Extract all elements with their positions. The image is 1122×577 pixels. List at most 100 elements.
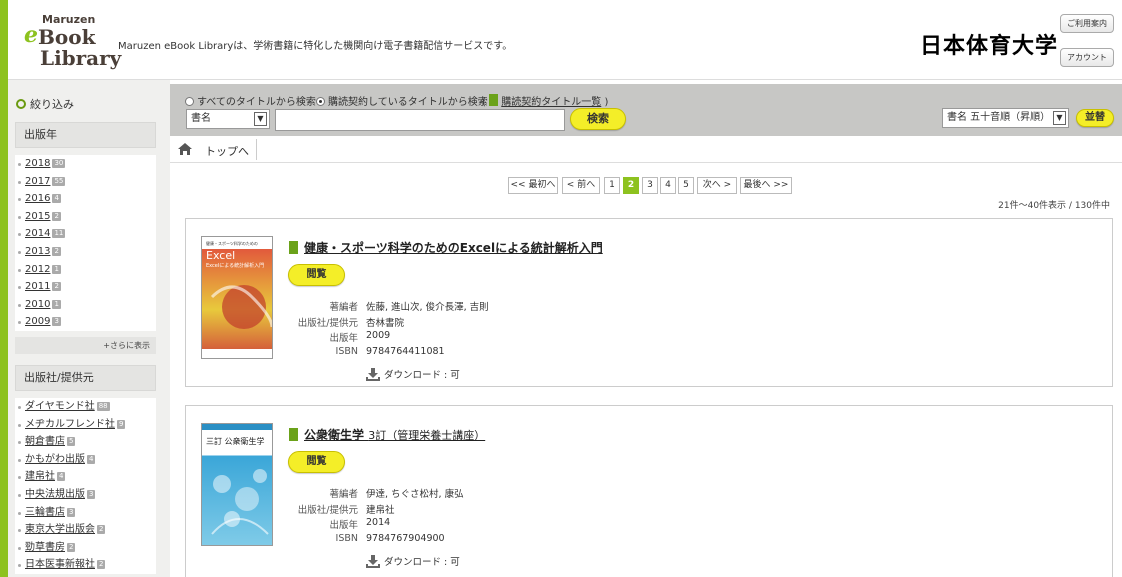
sidebar: 絞り込み 出版年 2018 30 2017 55 2016 4 2015 2 2014 1… xyxy=(8,80,170,577)
book-icon xyxy=(289,241,298,254)
result-card: 健康・スポーツ科学のための Excel Excelによる統計解析入門 健康・スポ… xyxy=(185,218,1113,387)
facet-item-year[interactable]: 2010 1 xyxy=(15,296,156,314)
university-name: 日本体育大学 xyxy=(920,34,1059,59)
sort-button[interactable]: 並替 xyxy=(1076,109,1114,127)
meta-value: 佐藤, 進山次, 俊介長澤, 吉則 xyxy=(366,302,489,313)
page-button-current[interactable]: 2 xyxy=(623,177,639,194)
chevron-down-icon[interactable]: ▼ xyxy=(254,112,267,126)
meta-value: 2009 xyxy=(366,330,391,341)
next-page-button[interactable]: 次へ > xyxy=(697,177,737,194)
facet-item-publisher[interactable]: 建帛社 4 xyxy=(15,468,156,486)
home-icon[interactable] xyxy=(178,143,192,155)
meta-key: 著編者 xyxy=(329,489,358,500)
book-title-link[interactable]: 公衆衛生学 3訂（管理栄養士講座） xyxy=(289,426,485,443)
radio-subscribed-label: 購読契約しているタイトルから検索 xyxy=(328,97,488,108)
facet-item-year[interactable]: 2016 4 xyxy=(15,190,156,208)
meta-key: 出版社/提供元 xyxy=(297,317,358,329)
radio-search-all[interactable]: すべてのタイトルから検索 xyxy=(185,93,316,108)
download-icon xyxy=(366,555,380,568)
download-label: ダウンロード : 可 xyxy=(384,557,460,568)
view-button[interactable]: 閲覧 xyxy=(288,451,345,473)
last-page-button[interactable]: 最後へ >> xyxy=(740,177,792,194)
book-cover-image[interactable]: 三訂 公衆衛生学 xyxy=(201,423,273,546)
facet-item-year[interactable]: 2018 30 xyxy=(15,155,156,173)
facet-item-publisher[interactable]: ダイヤモンド社 88 xyxy=(15,398,156,416)
book-icon xyxy=(489,94,499,106)
meta-value: 建帛社 xyxy=(366,504,395,516)
left-accent-bar xyxy=(0,0,8,577)
chevron-down-icon[interactable]: ▼ xyxy=(1053,111,1066,125)
facet-item-publisher[interactable]: 中央法規出版 3 xyxy=(15,486,156,504)
meta-key: 著編者 xyxy=(329,302,358,313)
download-icon xyxy=(366,368,380,381)
logo-e: e xyxy=(24,22,38,48)
facet-item-year[interactable]: 2009 3 xyxy=(15,313,156,331)
meta-key: ISBN xyxy=(335,532,358,544)
show-more-years-link[interactable]: +さらに表示 xyxy=(15,337,156,354)
page-button[interactable]: 1 xyxy=(604,177,620,194)
account-button[interactable]: アカウント xyxy=(1060,48,1114,67)
breadcrumb: トップへ xyxy=(170,136,1122,163)
book-cover-image[interactable]: 健康・スポーツ科学のための Excel Excelによる統計解析入門 xyxy=(201,236,273,359)
facet-item-publisher[interactable]: 朝倉書店 5 xyxy=(15,433,156,451)
search-input[interactable] xyxy=(275,109,565,131)
book-title-link[interactable]: 健康・スポーツ科学のためのExcelによる統計解析入門 xyxy=(289,239,603,256)
search-icon xyxy=(16,99,26,109)
meta-value: 2014 xyxy=(366,517,391,528)
view-button[interactable]: 閲覧 xyxy=(288,264,345,286)
meta-value: 9784767904900 xyxy=(366,532,445,544)
book-edition: 3訂（管理栄養士講座） xyxy=(368,429,486,442)
radio-circle[interactable] xyxy=(185,97,194,106)
sort-value: 書名 五十音順（昇順） xyxy=(947,112,1051,123)
book-title-text[interactable]: 公衆衛生学 xyxy=(304,428,364,442)
meta-key: ISBN xyxy=(335,345,358,357)
facet-item-year[interactable]: 2011 2 xyxy=(15,278,156,296)
facet-item-year[interactable]: 2017 55 xyxy=(15,173,156,191)
cover-title: 三訂 公衆衛生学 xyxy=(206,436,265,446)
subscription-list-link[interactable]: 購読契約タイトル一覧 xyxy=(501,97,601,108)
meta-value: 伊達, ちぐさ松村, 康弘 xyxy=(366,489,464,500)
sort-select[interactable]: 書名 五十音順（昇順） ▼ xyxy=(942,108,1069,128)
maruzen-ebook-library-logo[interactable]: Maruzen e Book Library xyxy=(22,8,121,74)
search-field-select[interactable]: 書名 ▼ xyxy=(186,109,270,129)
header: Maruzen e Book Library Maruzen eBook Lib… xyxy=(8,0,1122,80)
facet-item-publisher[interactable]: 東京大学出版会 2 xyxy=(15,521,156,539)
radio-circle-selected[interactable] xyxy=(316,97,325,106)
result-card: 三訂 公衆衛生学 公衆衛生学 3訂（管理栄養士講座） 閲覧 著編者 伊達, ちぐさ… xyxy=(185,405,1113,577)
facet-item-year[interactable]: 2013 2 xyxy=(15,243,156,261)
book-icon xyxy=(289,428,298,441)
filter-heading: 絞り込み xyxy=(16,96,74,112)
search-bar: すべてのタイトルから検索 購読契約しているタイトルから検索 ( 購読契約タイトル… xyxy=(170,84,1122,136)
page-button[interactable]: 5 xyxy=(678,177,694,194)
first-page-button[interactable]: << 最初へ xyxy=(508,177,558,194)
page-button[interactable]: 3 xyxy=(642,177,658,194)
page-button[interactable]: 4 xyxy=(660,177,676,194)
breadcrumb-divider xyxy=(256,139,257,160)
search-field-value: 書名 xyxy=(191,113,211,124)
meta-value: 杏林書院 xyxy=(366,317,405,329)
facet-item-year[interactable]: 2015 2 xyxy=(15,208,156,226)
facet-item-publisher[interactable]: 三輪書店 3 xyxy=(15,504,156,522)
facet-item-publisher[interactable]: かもがわ出版 4 xyxy=(15,451,156,469)
svg-text:Excel: Excel xyxy=(206,249,235,262)
prev-page-button[interactable]: < 前へ xyxy=(562,177,600,194)
paren-close: ) xyxy=(604,97,609,108)
meta-key: 出版社/提供元 xyxy=(297,504,358,516)
download-status: ダウンロード : 可 xyxy=(366,554,460,568)
guide-button[interactable]: ご利用案内 xyxy=(1060,14,1114,33)
facet-item-publisher[interactable]: 勁草書房 2 xyxy=(15,539,156,557)
radio-search-subscribed[interactable]: 購読契約しているタイトルから検索 xyxy=(316,93,488,108)
search-button[interactable]: 検索 xyxy=(570,108,626,130)
facet-item-year[interactable]: 2012 1 xyxy=(15,261,156,279)
publisher-section-title: 出版社/提供元 xyxy=(15,365,156,391)
logo-library: Library xyxy=(40,46,122,70)
radio-all-label: すべてのタイトルから検索 xyxy=(197,97,316,108)
facet-item-publisher[interactable]: 日本医事新報社 2 xyxy=(15,556,156,574)
breadcrumb-home[interactable]: トップへ xyxy=(205,143,249,159)
cover-illustration: 三訂 公衆衛生学 xyxy=(202,424,272,535)
facet-item-year[interactable]: 2014 11 xyxy=(15,225,156,243)
year-facet-list: 2018 30 2017 55 2016 4 2015 2 2014 11 2013 2 2… xyxy=(15,155,156,331)
book-title-text[interactable]: 健康・スポーツ科学のためのExcelによる統計解析入門 xyxy=(304,241,603,255)
facet-item-publisher[interactable]: メヂカルフレンド社 9 xyxy=(15,416,156,434)
meta-key: 出版年 xyxy=(329,520,358,531)
